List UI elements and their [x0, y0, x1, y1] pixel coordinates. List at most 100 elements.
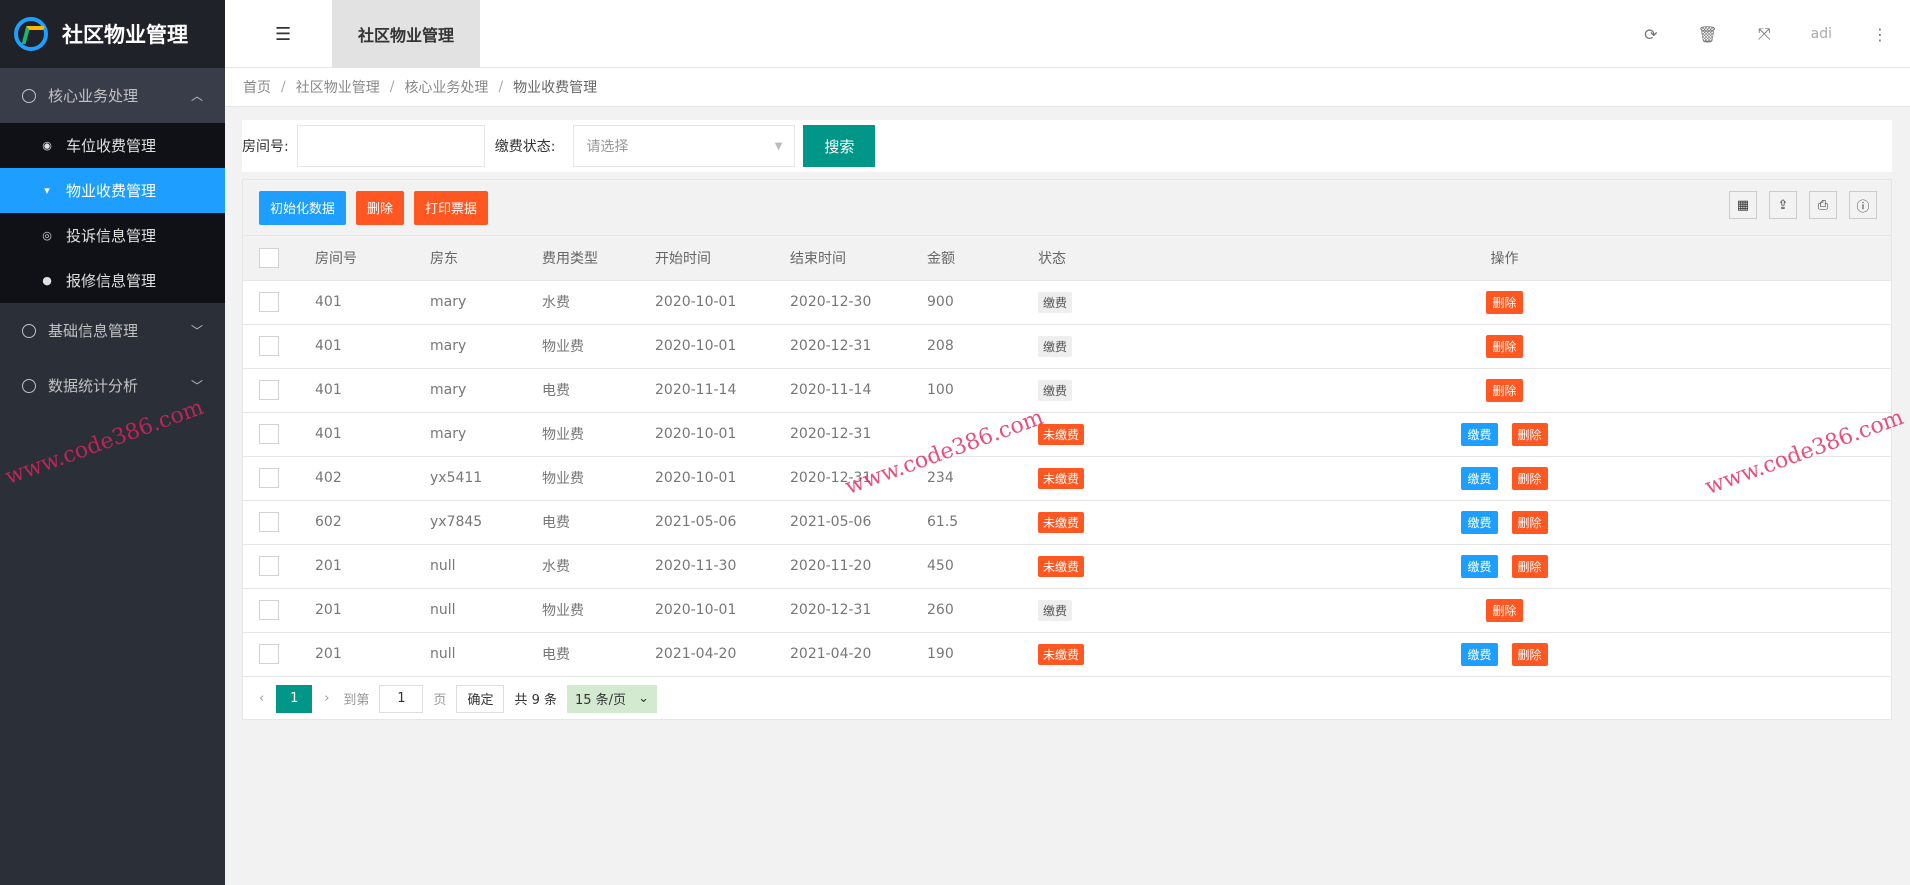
init-data-button[interactable]: 初始化数据 — [259, 190, 347, 225]
print-receipt-button[interactable]: 打印票据 — [414, 190, 489, 225]
row-delete-button[interactable]: 删除 — [1511, 510, 1548, 534]
column-header[interactable]: 费用类型 — [542, 236, 655, 281]
chevron-down-icon: ⌄ — [638, 691, 649, 706]
column-header[interactable]: 金额 — [927, 236, 1038, 281]
sidebar-item-property-fee[interactable]: ▾ 物业收费管理 — [0, 168, 225, 213]
row-checkbox[interactable] — [259, 512, 279, 532]
page-size-select[interactable]: 15 条/页 ⌄ — [567, 684, 657, 713]
print-icon[interactable]: ⎙ — [1809, 191, 1837, 219]
cell-fee-type: 物业费 — [542, 588, 655, 633]
row-delete-button[interactable]: 删除 — [1486, 334, 1523, 358]
cell-room: 402 — [315, 456, 430, 501]
sidebar-group-label: 数据统计分析 — [48, 377, 139, 395]
breadcrumb-home[interactable]: 首页 — [243, 77, 271, 97]
cell-amount: 100 — [927, 368, 1038, 413]
pay-button[interactable]: 缴费 — [1461, 466, 1498, 490]
table-row: 201 null 电费 2021-04-20 2021-04-20 190 未缴… — [243, 632, 1891, 677]
sidebar-item-repairs[interactable]: ● 报修信息管理 — [0, 258, 225, 303]
column-header[interactable]: 房间号 — [315, 236, 430, 281]
user-menu[interactable]: adi — [1811, 26, 1832, 42]
more-icon[interactable]: ⋮ — [1872, 25, 1888, 44]
sidebar-group-core[interactable]: 核心业务处理 ︿ — [0, 68, 225, 123]
export-icon[interactable]: ⇪ — [1769, 191, 1797, 219]
dashboard-icon: ◉ — [42, 139, 52, 152]
cell-fee-type: 物业费 — [542, 456, 655, 501]
cell-room: 602 — [315, 500, 430, 545]
page-input[interactable]: 1 — [379, 684, 424, 713]
row-checkbox[interactable] — [259, 292, 279, 312]
pay-button[interactable]: 缴费 — [1461, 510, 1498, 534]
column-header[interactable]: 状态 — [1038, 236, 1238, 281]
cell-room: 201 — [315, 588, 430, 633]
row-checkbox[interactable] — [259, 424, 279, 444]
row-checkbox[interactable] — [259, 380, 279, 400]
row-delete-button[interactable]: 删除 — [1511, 422, 1548, 446]
sidebar-group-basic-info[interactable]: 基础信息管理 ﹀ — [0, 303, 225, 358]
sidebar-group-statistics[interactable]: 数据统计分析 ﹀ — [0, 358, 225, 413]
delete-button[interactable]: 删除 — [356, 190, 405, 225]
status-badge: 未缴费 — [1038, 423, 1085, 445]
row-delete-button[interactable]: 删除 — [1486, 290, 1523, 314]
page-current[interactable]: 1 — [276, 684, 313, 713]
sidebar-item-parking-fee[interactable]: ◉ 车位收费管理 — [0, 123, 225, 168]
prev-page-icon[interactable]: ‹ — [259, 691, 264, 706]
status-badge: 缴费 — [1038, 335, 1073, 357]
tab-property-management[interactable]: 社区物业管理 — [332, 0, 480, 68]
fee-table: 房间号 房东 费用类型 开始时间 结束时间 金额 状态 操作 401 mary … — [243, 236, 1891, 677]
navigation-icon: ● — [42, 274, 52, 287]
row-checkbox[interactable] — [259, 600, 279, 620]
trash-icon[interactable]: 🗑 — [1698, 25, 1718, 44]
cell-end-date: 2020-12-31 — [790, 412, 927, 457]
status-label: 缴费状态: — [494, 139, 556, 155]
cell-end-date: 2020-11-20 — [790, 544, 927, 589]
search-form: 房间号: 缴费状态: 请选择 ▼ 搜索 — [242, 120, 1892, 172]
breadcrumb-item[interactable]: 核心业务处理 — [404, 77, 488, 97]
column-header[interactable]: 房东 — [430, 236, 542, 281]
chevron-up-icon: ︿ — [190, 89, 203, 103]
info-icon[interactable]: ⓘ — [1849, 191, 1877, 219]
search-button[interactable]: 搜索 — [803, 125, 876, 167]
goto-confirm-button[interactable]: 确定 — [456, 684, 505, 713]
row-delete-button[interactable]: 删除 — [1511, 642, 1548, 666]
cell-end-date: 2020-11-14 — [790, 368, 927, 413]
pay-button[interactable]: 缴费 — [1461, 422, 1498, 446]
sidebar: 社区物业管理 核心业务处理 ︿ ◉ 车位收费管理 ▾ 物业收费管理 ◎ 投诉信息管理 … — [0, 0, 225, 885]
sidebar-item-complaints[interactable]: ◎ 投诉信息管理 — [0, 213, 225, 258]
pay-button[interactable]: 缴费 — [1461, 642, 1498, 666]
column-header[interactable]: 结束时间 — [790, 236, 927, 281]
column-header[interactable]: 开始时间 — [655, 236, 790, 281]
refresh-icon[interactable]: ⟳ — [1644, 25, 1657, 44]
logo: 社区物业管理 — [0, 0, 225, 68]
room-input[interactable] — [296, 125, 485, 167]
cell-owner: null — [430, 544, 542, 589]
cell-fee-type: 电费 — [542, 500, 655, 545]
status-badge: 缴费 — [1038, 291, 1073, 313]
cell-amount: 900 — [927, 280, 1038, 325]
page-unit: 页 — [433, 693, 447, 708]
row-delete-button[interactable]: 删除 — [1511, 466, 1548, 490]
cell-owner: mary — [430, 368, 542, 413]
row-checkbox[interactable] — [259, 468, 279, 488]
pay-button[interactable]: 缴费 — [1461, 554, 1498, 578]
row-delete-button[interactable]: 删除 — [1511, 554, 1548, 578]
cell-start-date: 2020-10-01 — [655, 324, 790, 369]
row-checkbox[interactable] — [259, 556, 279, 576]
row-checkbox[interactable] — [259, 336, 279, 356]
room-label: 房间号: — [242, 139, 289, 155]
cell-amount: 190 — [927, 632, 1038, 677]
status-select[interactable]: 请选择 ▼ — [573, 125, 796, 167]
row-checkbox[interactable] — [259, 644, 279, 664]
cell-owner: yx7845 — [430, 500, 542, 545]
select-all-checkbox[interactable] — [259, 247, 279, 268]
next-page-icon[interactable]: › — [324, 691, 329, 706]
row-delete-button[interactable]: 删除 — [1486, 598, 1523, 622]
columns-icon[interactable]: ▦ — [1729, 191, 1757, 219]
menu-toggle-icon[interactable]: ☰ — [275, 24, 291, 45]
cell-fee-type: 物业费 — [542, 324, 655, 369]
cell-start-date: 2020-11-30 — [655, 544, 790, 589]
breadcrumb-item[interactable]: 社区物业管理 — [296, 77, 380, 97]
fullscreen-icon[interactable]: ⤧ — [1758, 24, 1771, 44]
row-delete-button[interactable]: 删除 — [1486, 378, 1523, 402]
cell-actions: 删除 — [1238, 324, 1891, 369]
cell-owner: mary — [430, 324, 542, 369]
